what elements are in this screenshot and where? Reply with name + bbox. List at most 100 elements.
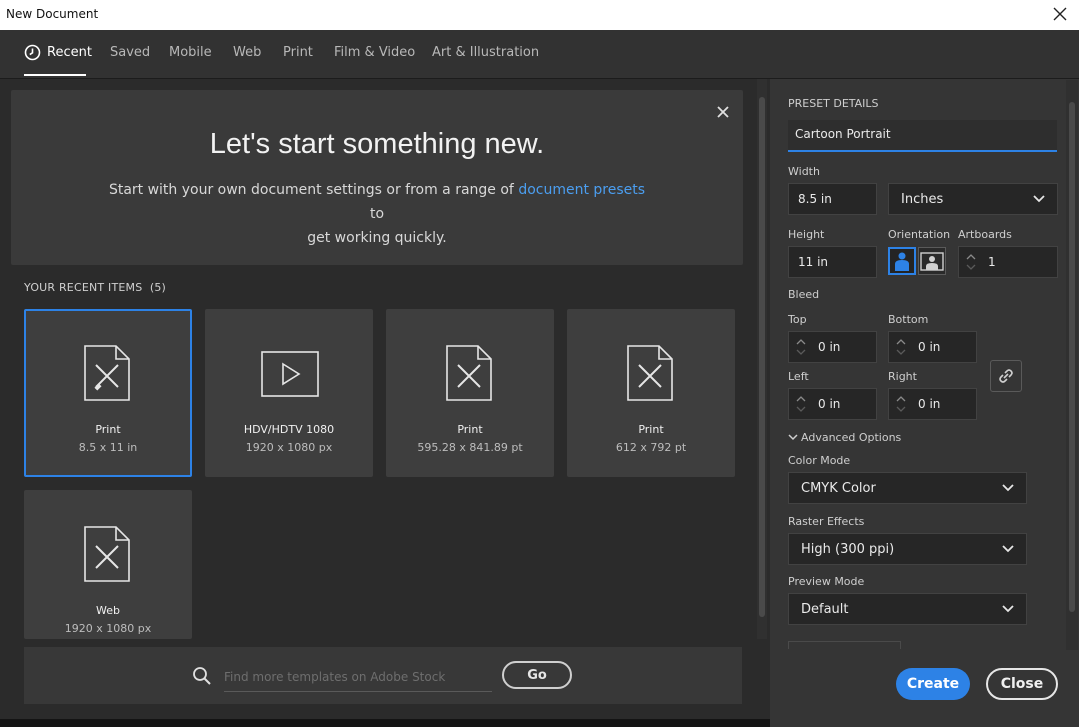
chevron-down-icon <box>1002 545 1014 553</box>
stepper-arrows-icon[interactable] <box>895 392 907 416</box>
category-tabs: Recent Saved Mobile Web Print Film & Vid… <box>0 30 1079 79</box>
chevron-down-icon <box>1002 605 1014 613</box>
close-button[interactable]: Close <box>986 668 1058 700</box>
video-play-icon <box>261 351 319 401</box>
height-value: 11 in <box>798 255 829 269</box>
recent-item-card[interactable]: Print 595.28 x 841.89 pt <box>386 309 554 477</box>
bleed-bottom-input[interactable]: 0 in <box>888 331 977 363</box>
create-button[interactable]: Create <box>896 668 970 700</box>
color-mode-value: CMYK Color <box>801 481 876 496</box>
document-pen-icon <box>625 343 675 407</box>
recent-item-name: Print <box>95 423 121 436</box>
artboards-label: Artboards <box>958 228 1012 241</box>
welcome-text: Start with your own document settings or… <box>107 178 647 250</box>
search-icon <box>192 666 212 690</box>
window-close-icon[interactable] <box>1049 3 1071 25</box>
welcome-heading: Let's start something new. <box>209 128 545 160</box>
portrait-orientation-button[interactable] <box>888 247 916 275</box>
active-tab-indicator <box>24 74 86 76</box>
more-options-field <box>788 641 901 649</box>
advanced-options-label: Advanced Options <box>801 431 902 444</box>
clock-icon <box>24 44 41 65</box>
document-pen-icon <box>82 524 132 588</box>
orientation-label: Orientation <box>888 228 951 241</box>
bleed-left-value: 0 in <box>818 397 841 411</box>
units-select[interactable]: Inches <box>888 183 1058 215</box>
stepper-arrows-icon[interactable] <box>895 335 907 359</box>
recent-item-card[interactable]: Print 612 x 792 pt <box>567 309 735 477</box>
link-icon <box>999 369 1013 383</box>
bleed-top-label: Top <box>788 313 807 326</box>
height-input[interactable]: 11 in <box>788 246 877 278</box>
stock-search-input[interactable] <box>224 663 492 692</box>
scrollbar-thumb[interactable] <box>759 97 765 617</box>
artboards-input[interactable]: 1 <box>958 246 1058 278</box>
recent-scrollbar[interactable] <box>757 79 767 639</box>
tab-mobile[interactable]: Mobile <box>169 45 212 60</box>
raster-effects-select[interactable]: High (300 ppi) <box>788 533 1027 565</box>
landscape-orientation-button[interactable] <box>918 247 946 275</box>
go-button[interactable]: Go <box>502 661 572 689</box>
color-mode-label: Color Mode <box>788 454 851 467</box>
raster-effects-value: High (300 ppi) <box>801 542 895 557</box>
recent-item-size: 1920 x 1080 px <box>245 441 333 454</box>
preset-name-input[interactable]: Cartoon Portrait <box>788 120 1057 152</box>
width-label: Width <box>788 165 820 178</box>
preset-scrollbar[interactable] <box>1066 80 1078 650</box>
recent-item-size: 595.28 x 841.89 pt <box>417 441 523 454</box>
preset-details-label: PRESET DETAILS <box>788 97 879 110</box>
stock-search-bar: Go <box>24 647 742 704</box>
height-label: Height <box>788 228 825 241</box>
scrollbar-thumb[interactable] <box>1069 102 1075 612</box>
link-bleed-button[interactable] <box>990 360 1022 392</box>
preview-mode-select[interactable]: Default <box>788 593 1027 625</box>
advanced-options-toggle[interactable]: Advanced Options <box>788 431 901 444</box>
tab-web[interactable]: Web <box>233 45 261 60</box>
recent-item-name: Print <box>638 423 664 436</box>
width-value: 8.5 in <box>798 192 832 206</box>
tab-recent[interactable]: Recent <box>47 45 92 60</box>
bleed-right-input[interactable]: 0 in <box>888 388 977 420</box>
recent-item-size: 612 x 792 pt <box>615 441 687 454</box>
document-pen-icon <box>444 343 494 407</box>
recent-item-name: HDV/HDTV 1080 <box>243 423 335 436</box>
recent-item-name: Web <box>96 604 120 617</box>
tab-print[interactable]: Print <box>283 45 313 60</box>
tab-saved[interactable]: Saved <box>110 45 150 60</box>
chevron-down-icon <box>788 434 798 441</box>
chevron-down-icon <box>1002 484 1014 492</box>
bleed-left-input[interactable]: 0 in <box>788 388 877 420</box>
recent-item-name: Print <box>457 423 483 436</box>
landscape-icon <box>920 252 944 271</box>
title-bar: New Document <box>0 0 1079 30</box>
color-mode-select[interactable]: CMYK Color <box>788 472 1027 504</box>
bleed-bottom-value: 0 in <box>918 340 941 354</box>
recent-items-title: YOUR RECENT ITEMS <box>24 281 143 294</box>
recent-items-label: YOUR RECENT ITEMS (5) <box>24 281 166 294</box>
bleed-top-value: 0 in <box>818 340 841 354</box>
welcome-banner: Let's start something new. Start with yo… <box>11 90 743 265</box>
banner-close-icon[interactable] <box>715 104 731 120</box>
document-pen-icon <box>82 343 132 407</box>
stepper-arrows-icon[interactable] <box>965 250 977 274</box>
recent-item-size: 8.5 x 11 in <box>78 441 138 454</box>
width-input[interactable]: 8.5 in <box>788 183 877 215</box>
preset-name-value: Cartoon Portrait <box>795 127 891 141</box>
chevron-down-icon <box>1033 195 1045 203</box>
units-value: Inches <box>901 192 944 207</box>
raster-effects-label: Raster Effects <box>788 515 865 528</box>
stepper-arrows-icon[interactable] <box>795 392 807 416</box>
recent-item-card[interactable]: HDV/HDTV 1080 1920 x 1080 px <box>205 309 373 477</box>
recent-item-card[interactable]: Print 8.5 x 11 in <box>24 309 192 477</box>
welcome-text-part: Start with your own document settings or… <box>108 182 519 198</box>
tab-film-video[interactable]: Film & Video <box>334 45 415 60</box>
background-strip <box>0 719 770 727</box>
document-presets-link[interactable]: document presets <box>518 182 645 198</box>
bleed-top-input[interactable]: 0 in <box>788 331 877 363</box>
recent-item-card[interactable]: Web 1920 x 1080 px <box>24 490 192 639</box>
portrait-icon <box>895 252 909 271</box>
stepper-arrows-icon[interactable] <box>795 335 807 359</box>
tab-art-illustration[interactable]: Art & Illustration <box>432 45 539 60</box>
preview-mode-label: Preview Mode <box>788 575 865 588</box>
preview-mode-value: Default <box>801 602 849 617</box>
